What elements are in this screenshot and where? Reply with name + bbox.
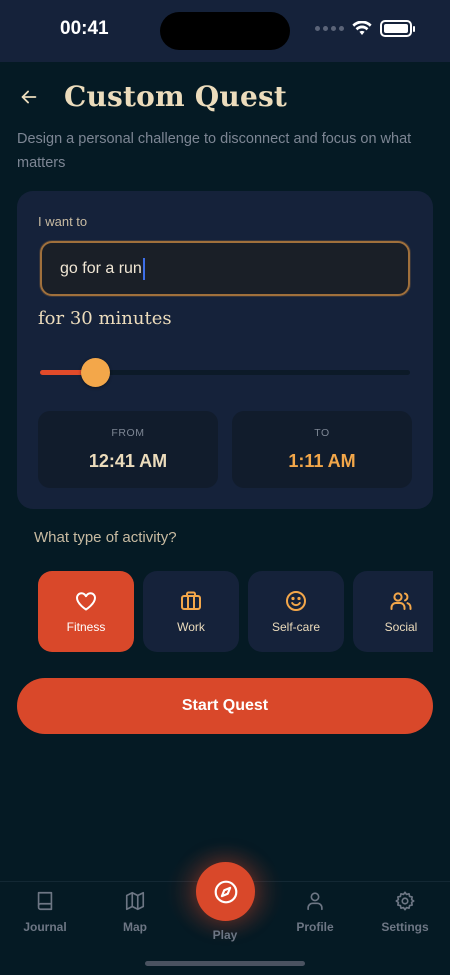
tab-label: Settings (381, 920, 429, 934)
activity-type-question: What type of activity? (34, 529, 177, 546)
briefcase-icon (181, 591, 201, 610)
activity-chip-label: Self-care (271, 620, 321, 634)
users-icon (390, 592, 412, 610)
back-arrow-icon[interactable] (18, 86, 40, 108)
activity-chip-work[interactable]: Work (143, 571, 239, 652)
activity-input-value: go for a run (60, 259, 142, 277)
tab-play-button[interactable] (196, 862, 255, 921)
duration-slider-thumb[interactable] (81, 358, 110, 387)
activity-type-options: Fitness Work Self-care Social (38, 571, 433, 653)
page-title: Custom Quest (64, 80, 288, 113)
wifi-icon (352, 21, 372, 35)
start-quest-button[interactable]: Start Quest (17, 678, 433, 734)
map-icon (125, 891, 145, 911)
activity-chip-social[interactable]: Social (353, 571, 433, 652)
tab-label-play: Play (212, 928, 238, 942)
duration-text: for 30 minutes (38, 308, 172, 329)
quest-card: I want to go for a run for 30 minutes FR… (17, 191, 433, 509)
tab-profile[interactable]: Profile (275, 890, 355, 934)
activity-chip-self-care[interactable]: Self-care (248, 571, 344, 652)
home-indicator (145, 961, 305, 966)
from-time-box: FROM 12:41 AM (38, 411, 218, 488)
text-caret (142, 257, 145, 280)
activity-chip-fitness[interactable]: Fitness (38, 571, 134, 652)
dynamic-island (160, 12, 290, 50)
page-subtitle: Design a personal challenge to disconnec… (17, 131, 412, 171)
user-icon (307, 892, 323, 911)
from-label: FROM (111, 427, 145, 439)
smile-icon (286, 591, 306, 611)
status-time: 00:41 (60, 18, 109, 39)
to-label: TO (314, 427, 330, 439)
header: Custom Quest (18, 80, 287, 113)
status-bar: 00:41 (0, 0, 450, 62)
cellular-signal-icon (315, 26, 344, 31)
want-label: I want to (38, 214, 88, 229)
gear-icon (395, 891, 415, 911)
activity-chip-label: Fitness (66, 620, 106, 634)
to-time-box: TO 1:11 AM (232, 411, 412, 488)
heart-icon (76, 592, 96, 611)
status-icons (315, 20, 415, 37)
activity-chip-label: Work (177, 620, 205, 634)
tab-label: Profile (296, 920, 334, 934)
tab-journal[interactable]: Journal (5, 890, 85, 934)
from-time: 12:41 AM (88, 451, 168, 471)
activity-input[interactable]: go for a run (40, 241, 410, 296)
compass-icon (214, 880, 237, 903)
to-time: 1:11 AM (288, 451, 356, 471)
activity-chip-label: Social (384, 620, 418, 634)
book-icon (37, 891, 53, 911)
tab-label: Journal (23, 920, 67, 934)
tab-settings[interactable]: Settings (365, 890, 445, 934)
tab-label: Map (123, 920, 147, 934)
battery-icon (380, 20, 415, 37)
tab-map[interactable]: Map (95, 890, 175, 934)
